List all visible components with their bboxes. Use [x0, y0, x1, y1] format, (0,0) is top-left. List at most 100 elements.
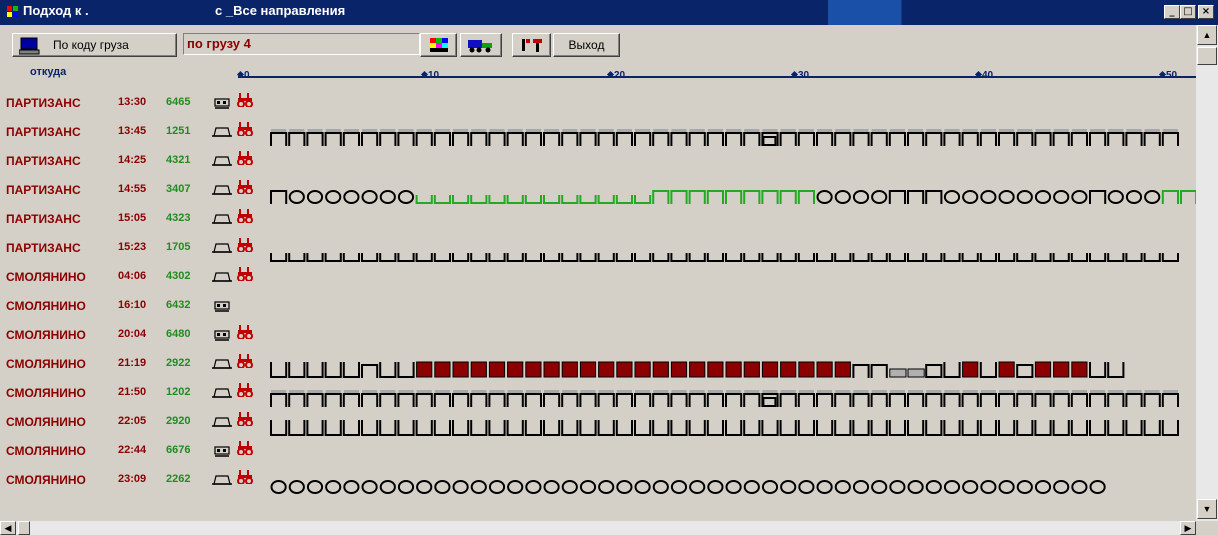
car-icon [212, 241, 232, 259]
wagon-composition [266, 187, 1216, 204]
table-row: СМОЛЯНИНО 20:04 6480 [0, 320, 1196, 349]
station-name: ПАРТИЗАНС [6, 125, 81, 139]
locomotive-icon [236, 93, 254, 112]
car-icon [212, 154, 232, 172]
locomotive-icon [236, 180, 254, 199]
arrival-time: 21:19 [118, 357, 147, 369]
station-name: ПАРТИЗАНС [6, 241, 81, 255]
train-number: 2262 [166, 473, 191, 485]
scroll-thumb[interactable] [1197, 47, 1217, 65]
color-palette-button[interactable] [420, 33, 457, 57]
exit-button[interactable]: Выход [553, 33, 620, 57]
arrival-time: 15:05 [118, 212, 147, 224]
station-name: ПАРТИЗАНС [6, 212, 81, 226]
train-icon [468, 40, 492, 53]
arrival-time: 13:30 [118, 96, 147, 108]
train-number: 1251 [166, 125, 191, 137]
train-number: 6480 [166, 328, 191, 340]
table-row: СМОЛЯНИНО 04:06 4302 [0, 262, 1196, 291]
locomotive-icon [236, 209, 254, 228]
computer-icon [19, 37, 40, 55]
engine-icon [214, 444, 230, 462]
table-row: СМОЛЯНИНО 22:05 2920 [0, 407, 1196, 436]
arrival-time: 14:55 [118, 183, 147, 195]
table-row: СМОЛЯНИНО 23:09 2262 [0, 465, 1196, 494]
filter-field[interactable]: по грузу 4 [183, 33, 420, 55]
car-icon [212, 473, 232, 491]
station-name: СМОЛЯНИНО [6, 328, 86, 342]
axis-tick: 30 [790, 70, 809, 81]
train-number: 4321 [166, 154, 191, 166]
train-number: 2920 [166, 415, 191, 427]
arrival-time: 13:45 [118, 125, 147, 137]
arrival-time: 14:25 [118, 154, 147, 166]
axis-line [238, 76, 1196, 78]
table-row: ПАРТИЗАНС 15:05 4323 [0, 204, 1196, 233]
station-name: СМОЛЯНИНО [6, 386, 86, 400]
table-row: ПАРТИЗАНС 13:45 1251 [0, 117, 1196, 146]
close-button[interactable]: × [1198, 5, 1214, 19]
window-subtitle: с _Все направления [215, 3, 346, 18]
scroll-down-button[interactable]: ▼ [1197, 499, 1217, 519]
station-name: СМОЛЯНИНО [6, 415, 86, 429]
train-view-button[interactable] [460, 33, 502, 57]
car-icon [212, 183, 232, 201]
train-number: 1202 [166, 386, 191, 398]
minimize-button[interactable]: _ [1164, 5, 1180, 19]
train-number: 6676 [166, 444, 191, 456]
scroll-up-button[interactable]: ▲ [1197, 25, 1217, 45]
car-icon [212, 212, 232, 230]
table-row: СМОЛЯНИНО 21:50 1202 [0, 378, 1196, 407]
from-column-header: откуда [30, 66, 67, 78]
train-number: 2922 [166, 357, 191, 369]
locomotive-icon [236, 122, 254, 141]
wagon-composition [266, 477, 1196, 494]
hscroll-thumb[interactable] [18, 521, 30, 535]
train-number: 1705 [166, 241, 191, 253]
car-icon [212, 125, 232, 143]
maximize-button[interactable]: □ [1180, 5, 1196, 19]
wagon-composition [266, 245, 1196, 262]
arrival-time: 20:04 [118, 328, 147, 340]
locomotive-icon [236, 151, 254, 170]
vertical-scrollbar[interactable]: ▲ ▼ [1196, 25, 1218, 521]
train-number: 4323 [166, 212, 191, 224]
train-number: 6465 [166, 96, 191, 108]
engine-icon [214, 299, 230, 317]
table-row: ПАРТИЗАНС 13:30 6465 [0, 88, 1196, 117]
scroll-right-button[interactable]: ▶ [1180, 521, 1196, 535]
locomotive-icon [236, 412, 254, 431]
locomotive-icon [236, 267, 254, 286]
car-icon [212, 386, 232, 404]
arrival-time: 22:05 [118, 415, 147, 427]
palette-icon [429, 38, 448, 52]
arrival-time: 16:10 [118, 299, 147, 311]
axis-tick: 50 [1158, 70, 1177, 81]
table-row: ПАРТИЗАНС 14:55 3407 [0, 175, 1216, 204]
settings-button[interactable] [512, 33, 551, 57]
station-name: СМОЛЯНИНО [6, 299, 86, 313]
train-number: 4302 [166, 270, 191, 282]
station-name: ПАРТИЗАНС [6, 154, 81, 168]
station-name: СМОЛЯНИНО [6, 270, 86, 284]
wagon-composition [266, 361, 1196, 378]
title-bar: Подход к . с _Все направления _ □ × [0, 0, 1218, 25]
axis-tick: 0 [236, 70, 250, 81]
engine-icon [214, 328, 230, 346]
scroll-left-button[interactable]: ◀ [0, 521, 16, 535]
cars-count-axis: 0 10 20 30 40 50 [236, 66, 1196, 82]
locomotive-icon [236, 383, 254, 402]
arrival-time: 22:44 [118, 444, 147, 456]
car-icon [212, 270, 232, 288]
table-row: ПАРТИЗАНС 15:23 1705 [0, 233, 1196, 262]
sort-by-code-button[interactable]: По коду груза [12, 33, 177, 57]
table-row: СМОЛЯНИНО 16:10 6432 [0, 291, 1196, 320]
station-name: ПАРТИЗАНС [6, 96, 81, 110]
wagon-composition [266, 390, 1196, 407]
table-row: СМОЛЯНИНО 21:19 2922 [0, 349, 1196, 378]
car-icon [212, 357, 232, 375]
arrival-time: 21:50 [118, 386, 147, 398]
app-icon [7, 6, 19, 18]
horizontal-scrollbar[interactable]: ◀ ▶ [0, 521, 1196, 535]
wagon-composition [266, 419, 1196, 436]
